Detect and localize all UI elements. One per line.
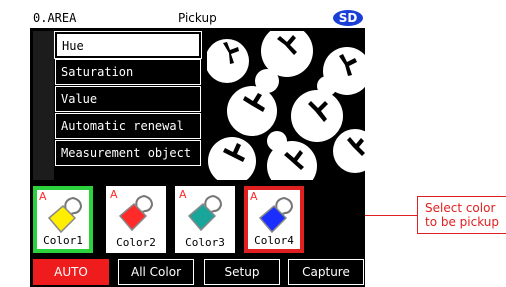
page-title: Pickup [178,11,217,25]
bottom-toolbar: AUTO All Color Setup Capture [30,257,365,287]
color1-label: Color1 [43,234,83,247]
menu-item-hue[interactable]: Hue [54,31,202,59]
color2-button[interactable]: A Color2 [106,186,166,253]
color1-button[interactable]: A Color1 [33,186,93,253]
sd-card-icon: SD [333,10,363,26]
capture-button[interactable]: Capture [288,259,364,285]
color4-label: Color4 [254,234,294,247]
color2-label: Color2 [116,236,156,249]
auto-button[interactable]: AUTO [33,259,109,285]
color4-button[interactable]: A Color4 [244,186,304,253]
device-screen: 0.AREA Pickup SD Hue Saturation Value Au… [30,9,365,287]
menu-item-measurement-object[interactable]: Measurement object [55,140,201,166]
color3-label: Color3 [185,236,225,249]
color-chip-icon [258,196,294,234]
setup-button[interactable]: Setup [204,259,280,285]
side-strip [33,31,54,180]
color-chip-icon [47,196,83,234]
title-bar: 0.AREA Pickup SD [30,9,365,28]
area-label: 0.AREA [33,11,77,25]
callout-annotation: Select color to be pickup [417,196,506,234]
callout-line-2: to be pickup [425,215,500,229]
callout-line-1: Select color [425,201,496,215]
color3-button[interactable]: A Color3 [175,186,235,253]
menu-item-saturation[interactable]: Saturation [55,59,201,85]
color-selector-row: A Color1 A Color2 A Color3 A Color4 [30,180,365,257]
color-chip-icon [187,194,223,232]
callout-connector [365,215,417,216]
color-chip-icon [118,194,154,232]
menu-item-automatic-renewal[interactable]: Automatic renewal [55,113,201,139]
camera-preview [207,31,365,180]
preview-image [207,31,365,180]
all-color-button[interactable]: All Color [118,259,194,285]
menu-item-value[interactable]: Value [55,86,201,112]
